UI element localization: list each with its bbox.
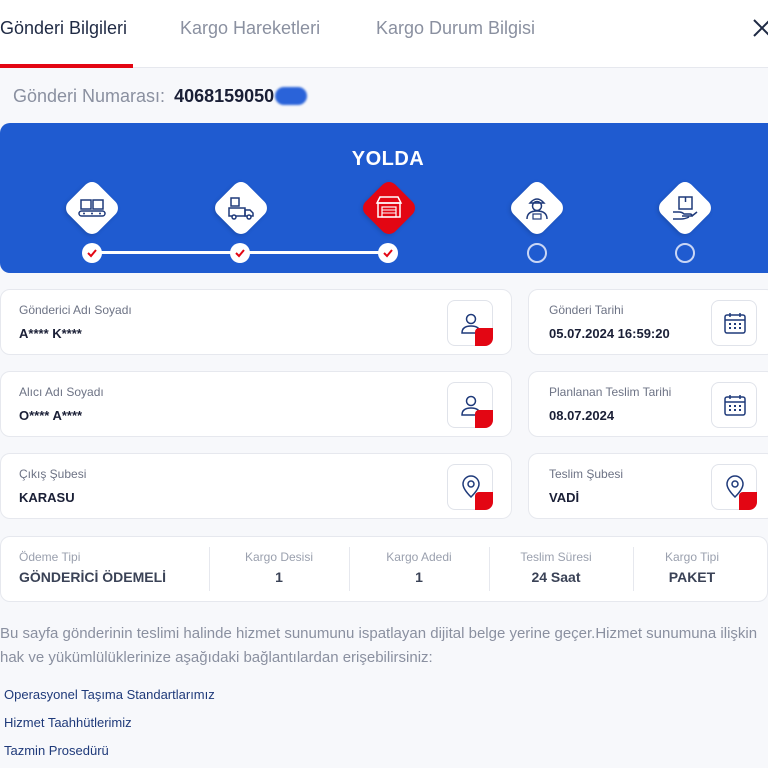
summary-label: Kargo Adedi [386, 550, 452, 564]
delivery-branch-card: Teslim Şubesi VADİ [528, 453, 768, 519]
sender-name-label: Gönderici Adı Soyadı [19, 303, 132, 317]
shipment-number-label: Gönderi Numarası: [13, 86, 166, 106]
check-icon [235, 249, 245, 258]
delivery-branch-value: VADİ [549, 490, 580, 505]
branch-store-icon [375, 196, 403, 218]
summary-cargo-count: Kargo Adedi 1 [349, 537, 489, 603]
tab-bar: Gönderi Bilgileri Kargo Hareketleri Karg… [0, 0, 768, 68]
active-tab-indicator [0, 64, 133, 68]
summary-label: Kargo Desisi [244, 550, 314, 564]
shipment-summary: Ödeme Tipi GÖNDERİCİ ÖDEMELİ Kargo Desis… [0, 536, 768, 602]
summary-delivery-time: Teslim Süresi 24 Saat [489, 537, 633, 603]
summary-payment-type: Ödeme Tipi GÖNDERİCİ ÖDEMELİ [1, 537, 209, 603]
summary-value: 1 [415, 569, 423, 585]
link-compensation-procedure[interactable]: Tazmin Prosedürü [4, 743, 109, 758]
origin-branch-value: KARASU [19, 490, 75, 505]
planned-delivery-label: Planlanan Teslim Tarihi [549, 385, 672, 399]
origin-branch-label: Çıkış Şubesi [19, 467, 87, 481]
summary-value: 24 Saat [531, 569, 581, 585]
receiver-name-value: O**** A**** [19, 408, 83, 423]
user-in-icon [447, 382, 499, 433]
summary-cargo-desi: Kargo Desisi 1 [209, 537, 349, 603]
status-title: YOLDA [351, 148, 425, 170]
digital-document-notice: Bu sayfa gönderinin teslimi halinde hizm… [0, 625, 758, 666]
calendar-icon [711, 300, 757, 346]
tab-kargo-durum-bilgisi[interactable]: Kargo Durum Bilgisi [376, 18, 535, 39]
receiver-name-label: Alıcı Adı Soyadı [19, 385, 104, 399]
sender-name-card: Gönderici Adı Soyadı A**** K**** [0, 289, 512, 355]
close-button[interactable] [748, 14, 768, 42]
tab-gonderi-bilgileri[interactable]: Gönderi Bilgileri [0, 18, 127, 39]
location-out-icon [447, 464, 499, 515]
step-3-check [378, 243, 398, 263]
redacted-digits [275, 87, 308, 105]
step-1-check [82, 243, 102, 263]
hand-package-icon [673, 196, 698, 220]
summary-label: Ödeme Tipi [19, 550, 81, 564]
shipment-number-value: 4068159050 [174, 86, 275, 106]
ship-date-value: 05.07.2024 16:59:20 [549, 326, 670, 341]
summary-label: Teslim Süresi [520, 550, 592, 564]
sender-name-value: A**** K**** [19, 326, 82, 341]
step-4-pending [527, 243, 547, 263]
conveyor-boxes-icon [78, 199, 106, 217]
user-out-icon [447, 300, 499, 351]
receiver-name-card: Alıcı Adı Soyadı O**** A**** [0, 371, 512, 437]
tab-kargo-hareketleri[interactable]: Kargo Hareketleri [180, 18, 320, 39]
summary-cargo-type: Kargo Tipi PAKET [633, 537, 768, 603]
shipment-number-row: Gönderi Numarası: 4068159050 [13, 86, 308, 107]
close-icon [753, 19, 768, 37]
step-2-check [230, 243, 250, 263]
planned-delivery-value: 08.07.2024 [549, 408, 615, 423]
summary-value: PAKET [668, 569, 716, 585]
delivery-branch-label: Teslim Şubesi [549, 467, 624, 481]
courier-person-icon [526, 198, 548, 220]
link-service-commitments[interactable]: Hizmet Taahhütlerimiz [4, 715, 132, 730]
calendar-icon [711, 382, 757, 428]
summary-value: GÖNDERİCİ ÖDEMELİ [19, 569, 167, 585]
location-in-icon [711, 464, 763, 515]
planned-delivery-card: Planlanan Teslim Tarihi 08.07.2024 [528, 371, 768, 437]
ship-date-label: Gönderi Tarihi [549, 303, 624, 317]
check-icon [383, 249, 393, 258]
origin-branch-card: Çıkış Şubesi KARASU [0, 453, 512, 519]
ship-date-card: Gönderi Tarihi 05.07.2024 16:59:20 [528, 289, 768, 355]
step-5-pending [675, 243, 695, 263]
summary-label: Kargo Tipi [664, 550, 720, 564]
link-operational-standards[interactable]: Operasyonel Taşıma Standartlarımız [4, 687, 215, 702]
status-banner: YOLDA [0, 123, 768, 273]
summary-value: 1 [275, 569, 283, 585]
delivery-truck-icon [228, 197, 254, 220]
check-icon [87, 249, 97, 258]
